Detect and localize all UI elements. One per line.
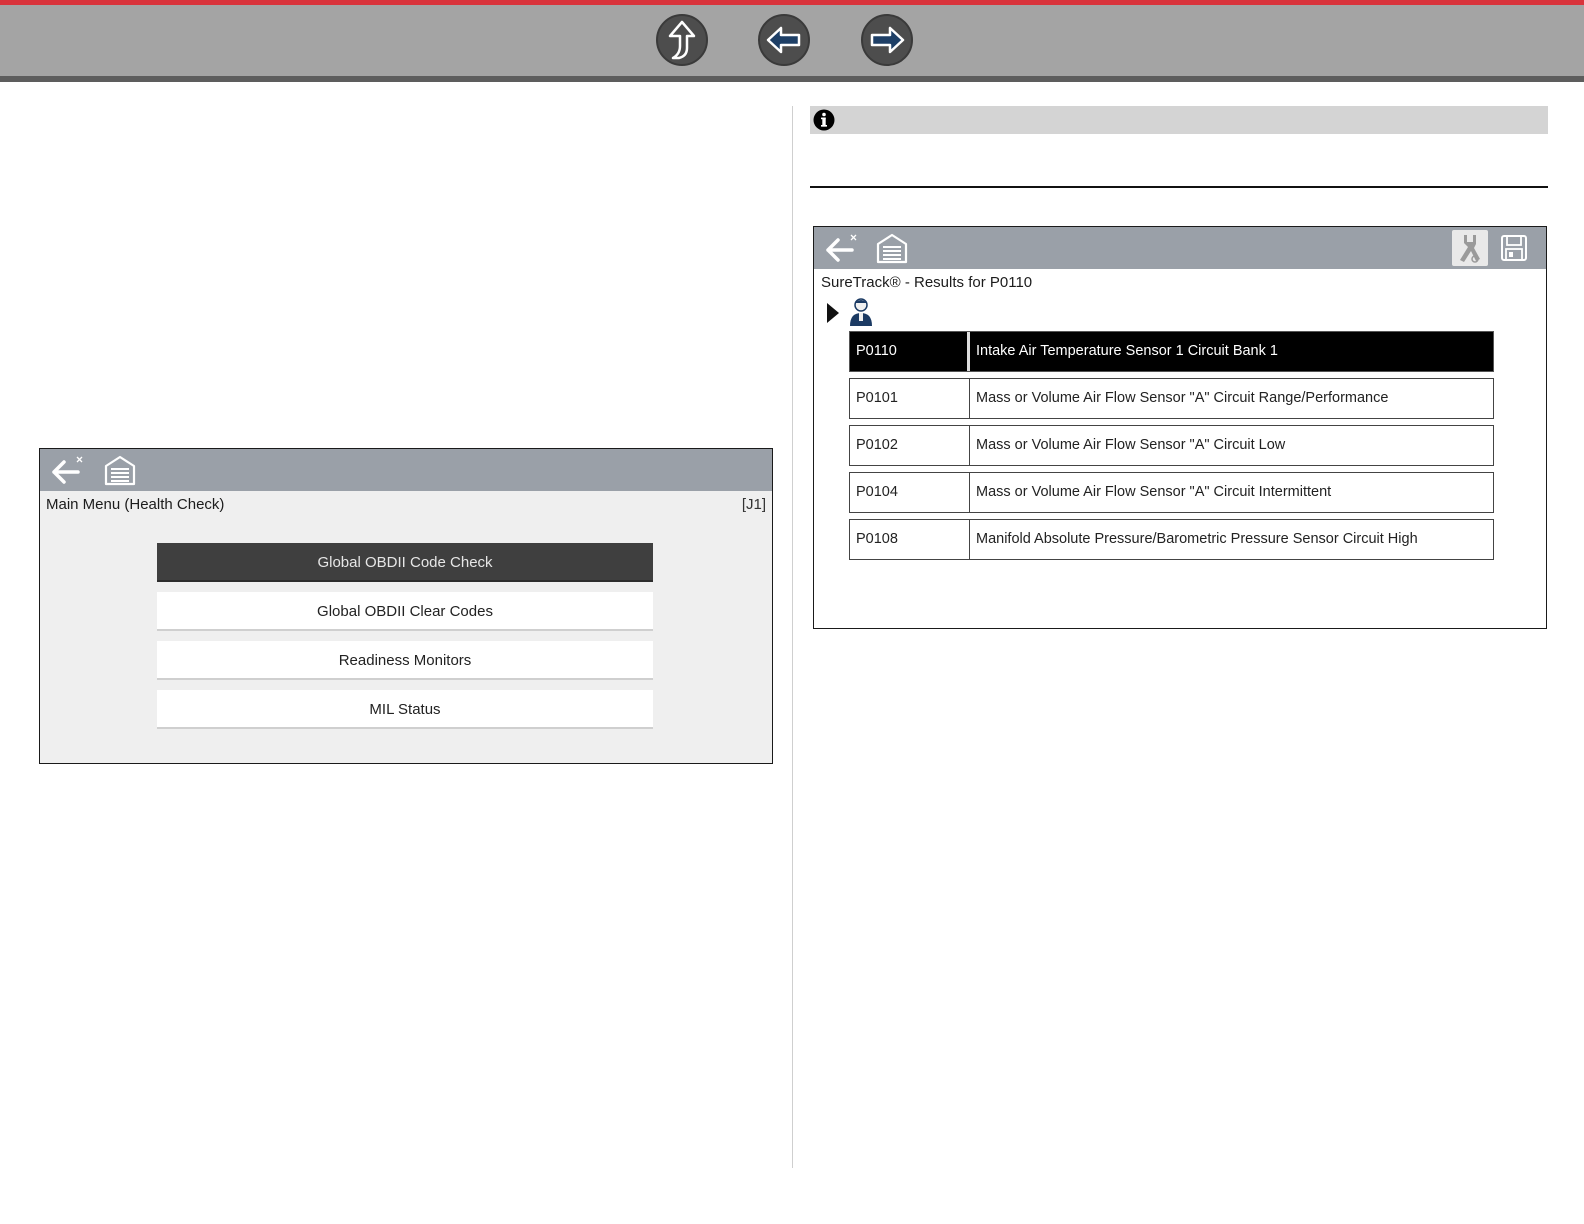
home-icon bbox=[104, 455, 136, 486]
top-navigation-bar bbox=[0, 0, 1584, 82]
suretrack-results-screen: SureTrack® - Results for P0110 P0110 Int… bbox=[813, 226, 1547, 629]
back-arrow-icon bbox=[766, 26, 801, 54]
info-note-rule bbox=[810, 186, 1548, 188]
tools-button[interactable] bbox=[1452, 230, 1488, 266]
forward-arrow-icon bbox=[870, 26, 905, 54]
home-button[interactable] bbox=[874, 230, 910, 266]
dtc-code: P0110 bbox=[850, 332, 970, 371]
dtc-code: P0108 bbox=[850, 520, 970, 559]
save-button[interactable] bbox=[1496, 230, 1532, 266]
table-row[interactable]: P0108 Manifold Absolute Pressure/Baromet… bbox=[849, 519, 1494, 560]
dtc-code: P0101 bbox=[850, 379, 970, 418]
dtc-code: P0102 bbox=[850, 426, 970, 465]
dtc-description: Intake Air Temperature Sensor 1 Circuit … bbox=[976, 343, 1278, 359]
screen-title: SureTrack® - Results for P0110 bbox=[821, 274, 1033, 291]
expand-arrow-icon[interactable] bbox=[827, 303, 839, 323]
back-icon bbox=[52, 456, 83, 484]
table-row[interactable]: P0104 Mass or Volume Air Flow Sensor "A"… bbox=[849, 472, 1494, 513]
back-icon bbox=[826, 234, 857, 262]
accent-stripe bbox=[0, 0, 1584, 5]
menu-item-global-obdii-code-check[interactable]: Global OBDII Code Check bbox=[157, 543, 653, 582]
nav-bar-bottom-border bbox=[0, 76, 1584, 82]
menu-item-global-obdii-clear-codes[interactable]: Global OBDII Clear Codes bbox=[157, 592, 653, 631]
table-row[interactable]: P0102 Mass or Volume Air Flow Sensor "A"… bbox=[849, 425, 1494, 466]
up-arrow-icon bbox=[668, 20, 696, 60]
health-check-screen: Main Menu (Health Check) [J1] Global OBD… bbox=[39, 448, 773, 764]
back-button[interactable] bbox=[50, 452, 86, 488]
screen-id: [J1] bbox=[741, 496, 766, 513]
dtc-description: Mass or Volume Air Flow Sensor "A" Circu… bbox=[976, 437, 1286, 453]
save-icon bbox=[1501, 235, 1527, 261]
info-icon bbox=[813, 109, 835, 131]
forward-arrow-button[interactable] bbox=[861, 14, 913, 66]
info-note-bar bbox=[810, 106, 1548, 134]
menu-item-readiness-monitors[interactable]: Readiness Monitors bbox=[157, 641, 653, 680]
back-arrow-button[interactable] bbox=[758, 14, 810, 66]
up-arrow-button[interactable] bbox=[656, 14, 708, 66]
table-row[interactable]: P0101 Mass or Volume Air Flow Sensor "A"… bbox=[849, 378, 1494, 419]
dtc-code: P0104 bbox=[850, 473, 970, 512]
screen-toolbar bbox=[814, 227, 1546, 269]
screen-title: Main Menu (Health Check) bbox=[46, 496, 225, 513]
home-icon bbox=[876, 233, 908, 264]
code-results-table: P0110 Intake Air Temperature Sensor 1 Ci… bbox=[849, 331, 1494, 566]
dtc-description: Manifold Absolute Pressure/Barometric Pr… bbox=[976, 531, 1418, 547]
technician-icon bbox=[850, 298, 872, 326]
table-row[interactable]: P0110 Intake Air Temperature Sensor 1 Ci… bbox=[849, 331, 1494, 372]
home-button[interactable] bbox=[102, 452, 138, 488]
dtc-description: Mass or Volume Air Flow Sensor "A" Circu… bbox=[976, 390, 1389, 406]
screen-toolbar bbox=[40, 449, 772, 491]
dtc-description: Mass or Volume Air Flow Sensor "A" Circu… bbox=[976, 484, 1332, 500]
back-button[interactable] bbox=[824, 230, 860, 266]
menu-item-mil-status[interactable]: MIL Status bbox=[157, 690, 653, 729]
column-divider bbox=[792, 106, 793, 1168]
tools-icon bbox=[1460, 235, 1480, 263]
